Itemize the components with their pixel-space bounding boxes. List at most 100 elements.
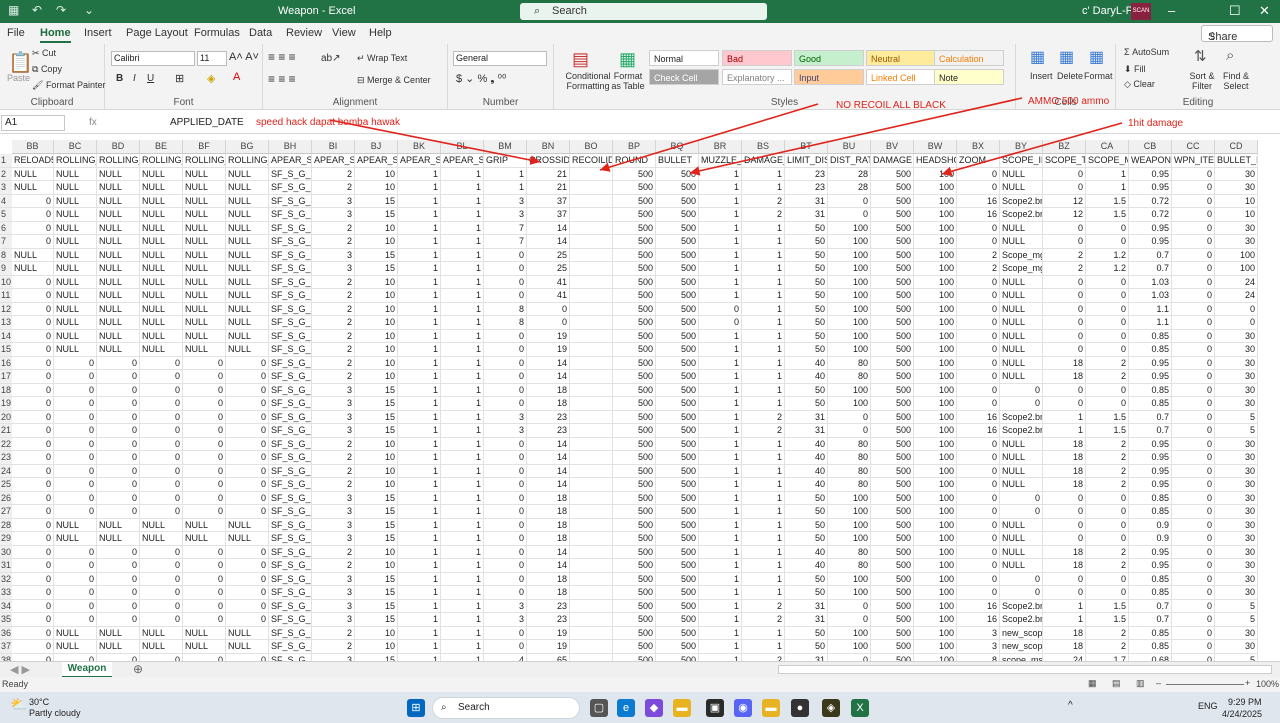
table-cell[interactable]: 0 — [828, 424, 871, 438]
table-cell[interactable]: 1 — [441, 370, 484, 384]
table-cell[interactable]: 18 — [1043, 370, 1086, 384]
table-cell[interactable]: 2 — [1086, 370, 1129, 384]
row-header[interactable]: 36 — [0, 626, 12, 640]
table-cell[interactable]: 10 — [355, 640, 398, 654]
table-cell[interactable]: 3 — [312, 613, 355, 627]
row-header[interactable]: 29 — [0, 532, 12, 546]
table-cell[interactable]: 0 — [1043, 572, 1086, 586]
table-cell[interactable]: 28 — [828, 167, 871, 181]
table-cell[interactable]: 18 — [527, 505, 570, 519]
table-cell[interactable]: NULL — [226, 248, 269, 262]
table-cell[interactable]: 500 — [871, 424, 914, 438]
table-cell[interactable]: 0.68 — [1129, 653, 1172, 661]
fill-button[interactable]: ⬇ Fill — [1124, 64, 1146, 75]
table-cell[interactable]: 3 — [312, 397, 355, 411]
table-cell[interactable]: 0 — [183, 586, 226, 600]
table-cell[interactable]: 0 — [1043, 586, 1086, 600]
table-cell[interactable]: NULL — [140, 302, 183, 316]
table-cell[interactable]: 31 — [785, 208, 828, 222]
table-cell[interactable]: 100 — [914, 343, 957, 357]
table-cell[interactable]: NULL — [1000, 437, 1043, 451]
table-cell[interactable] — [570, 302, 613, 316]
table-cell[interactable]: new_scop — [1000, 626, 1043, 640]
restore-button[interactable]: ☐ — [1229, 3, 1241, 19]
table-cell[interactable]: NULL — [183, 194, 226, 208]
table-cell[interactable]: 1 — [699, 167, 742, 181]
table-cell[interactable]: NULL — [183, 329, 226, 343]
table-cell[interactable]: NULL — [1000, 235, 1043, 249]
row-header[interactable]: 17 — [0, 370, 12, 384]
table-cell[interactable] — [570, 248, 613, 262]
table-cell[interactable]: 0 — [1086, 532, 1129, 546]
table-cell[interactable]: NULL — [226, 626, 269, 640]
table-cell[interactable]: 0 — [12, 464, 54, 478]
table-cell[interactable]: 0 — [484, 248, 527, 262]
table-cell[interactable]: 100 — [914, 167, 957, 181]
table-cell[interactable]: 50 — [785, 302, 828, 316]
redo-icon[interactable]: ↷ — [56, 3, 66, 17]
borders-icon[interactable]: ⊞ — [175, 72, 184, 85]
spreadsheet-grid[interactable]: BB BC BD BE BF BG BH BI BJ BK BL BM BN BO BP BQ BR BS BT BU… — [0, 135, 1280, 661]
table-cell[interactable]: 500 — [613, 532, 656, 546]
table-cell[interactable]: 0 — [1086, 302, 1129, 316]
table-cell[interactable]: 100 — [1215, 262, 1258, 276]
table-cell[interactable]: 30 — [1215, 181, 1258, 195]
table-cell[interactable]: 0 — [140, 572, 183, 586]
table-cell[interactable]: 500 — [871, 275, 914, 289]
cell-style-7[interactable]: Input — [794, 69, 864, 85]
table-cell[interactable]: NULL — [183, 289, 226, 303]
table-cell[interactable] — [570, 410, 613, 424]
table-cell[interactable]: 28 — [828, 181, 871, 195]
table-cell[interactable]: NULL — [140, 194, 183, 208]
table-cell[interactable]: 0.72 — [1129, 208, 1172, 222]
table-cell[interactable]: 500 — [871, 235, 914, 249]
table-cell[interactable]: 500 — [613, 464, 656, 478]
table-cell[interactable]: 100 — [914, 208, 957, 222]
table-cell[interactable]: NULL — [54, 208, 97, 222]
table-cell[interactable]: 0 — [957, 437, 1000, 451]
table-cell[interactable]: 10 — [355, 221, 398, 235]
table-cell[interactable]: 500 — [613, 545, 656, 559]
font-color-icon[interactable]: A — [233, 71, 240, 83]
table-cell[interactable]: 100 — [914, 329, 957, 343]
table-cell[interactable]: 1 — [699, 572, 742, 586]
table-cell[interactable]: 1 — [398, 451, 441, 465]
table-cell[interactable]: 100 — [914, 640, 957, 654]
table-cell[interactable]: 100 — [828, 491, 871, 505]
table-cell[interactable]: 0 — [484, 370, 527, 384]
table-cell[interactable]: 1 — [398, 505, 441, 519]
table-cell[interactable]: 14 — [527, 370, 570, 384]
table-cell[interactable]: SF_S_G_sv — [269, 653, 312, 661]
row-header[interactable]: 22 — [0, 437, 12, 451]
row-header[interactable]: 3 — [0, 181, 12, 195]
table-cell[interactable]: NULL — [1000, 181, 1043, 195]
table-cell[interactable]: 500 — [871, 451, 914, 465]
table-cell[interactable]: 30 — [1215, 545, 1258, 559]
row-header[interactable]: 4 — [0, 194, 12, 208]
table-cell[interactable]: 18 — [1043, 478, 1086, 492]
table-cell[interactable]: 0 — [226, 613, 269, 627]
table-cell[interactable]: 100 — [914, 383, 957, 397]
table-cell[interactable]: 0.95 — [1129, 356, 1172, 370]
table-cell[interactable]: 0 — [183, 491, 226, 505]
font-name-select[interactable]: Calibri — [111, 51, 195, 66]
table-cell[interactable]: 0 — [140, 491, 183, 505]
table-cell[interactable]: 5 — [1215, 613, 1258, 627]
table-cell[interactable]: 0.85 — [1129, 626, 1172, 640]
row-header[interactable]: 14 — [0, 329, 12, 343]
table-cell[interactable]: 100 — [828, 302, 871, 316]
table-cell[interactable]: 1 — [398, 262, 441, 276]
table-cell[interactable] — [570, 572, 613, 586]
table-cell[interactable]: 0 — [1043, 275, 1086, 289]
table-cell[interactable]: 0 — [140, 397, 183, 411]
table-cell[interactable]: 0 — [97, 491, 140, 505]
tab-formulas[interactable]: Formulas — [194, 27, 240, 39]
table-cell[interactable]: 1 — [742, 640, 785, 654]
table-cell[interactable]: 15 — [355, 208, 398, 222]
table-cell[interactable]: 0 — [699, 302, 742, 316]
table-cell[interactable]: 1 — [1086, 167, 1129, 181]
table-cell[interactable]: 0 — [1172, 464, 1215, 478]
table-cell[interactable]: 0 — [1000, 572, 1043, 586]
table-cell[interactable]: SF_S_G_m — [269, 289, 312, 303]
table-cell[interactable]: 40 — [785, 451, 828, 465]
